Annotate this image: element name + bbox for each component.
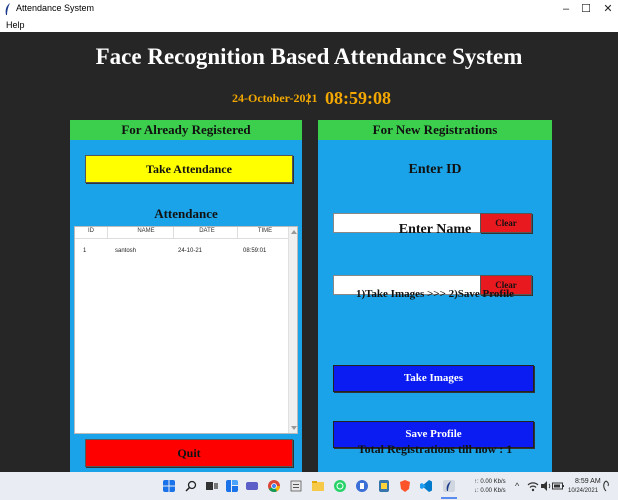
chrome-icon[interactable] [268,480,280,492]
column-header-id[interactable]: ID [79,228,103,234]
table-header: ID NAME DATE TIME [75,227,289,239]
app-window: Face Recognition Based Attendance System… [0,32,618,472]
close-button[interactable]: ✕ [598,1,618,17]
attendance-table[interactable]: ID NAME DATE TIME 1 santosh 24-10-21 08:… [74,226,298,434]
table-scrollbar[interactable] [288,227,297,433]
brave-icon[interactable] [399,480,411,492]
column-header-time[interactable]: TIME [241,228,289,234]
active-app-indicator [441,497,457,499]
maximize-button[interactable]: ☐ [576,1,596,17]
wifi-icon[interactable] [527,480,539,492]
notification-icon[interactable] [601,480,611,492]
enter-id-label: Enter ID [408,162,462,177]
taskbar-date[interactable]: 10/24/2021 [568,488,598,494]
registered-panel: For Already Registered Take Attendance A… [70,120,302,472]
column-divider [237,227,238,239]
taskbar: ↑: 0.00 Kb/s ↓: 0.00 Kb/s ^ 8:59 AM 10/2… [0,472,618,500]
whatsapp-icon[interactable] [334,480,346,492]
window-title: Attendance System [16,3,95,13]
column-header-date[interactable]: DATE [177,228,237,234]
feather-icon [5,3,10,15]
clock-display: 08:59:08 [325,88,391,108]
enter-name-label: Enter Name [398,222,472,237]
column-divider [173,227,174,239]
search-icon[interactable] [185,480,197,492]
scroll-down-arrow-icon[interactable] [291,426,297,430]
file-explorer-icon[interactable] [290,480,302,492]
registered-panel-heading: For Already Registered [70,120,302,140]
page-title: Face Recognition Based Attendance System [95,44,523,69]
table-cell-date[interactable]: 24-10-21 [178,248,202,254]
total-registrations-text: Total Registrations till now : 1 [357,442,513,456]
take-attendance-button[interactable]: Take Attendance [85,155,293,183]
window-titlebar: Attendance System – ☐ ✕ [0,0,618,18]
speaker-icon[interactable] [540,480,552,492]
table-cell-time[interactable]: 08:59:01 [243,248,266,254]
minimize-button[interactable]: – [556,1,576,17]
task-view-icon[interactable] [206,480,218,492]
table-cell-name[interactable]: santosh [115,248,136,254]
feather-app-icon[interactable] [443,480,455,492]
network-upload-speed: ↑: 0.00 Kb/s [474,479,506,485]
take-images-button[interactable]: Take Images [333,365,534,392]
taskbar-clock[interactable]: 8:59 AM [575,478,601,485]
menu-bar: Help [0,18,618,32]
table-cell-id[interactable]: 1 [83,248,86,254]
teams-chat-icon[interactable] [246,480,258,492]
date-time-separator: | [307,90,310,105]
python-icon[interactable] [378,480,390,492]
new-registration-panel-heading: For New Registrations [318,120,552,140]
network-download-speed: ↓: 0.00 Kb/s [474,488,506,494]
menu-help[interactable]: Help [6,20,25,30]
date-display: 24-October-2021 [232,91,318,105]
windows-start-icon[interactable] [163,480,175,492]
tray-overflow-chevron-icon[interactable]: ^ [515,481,519,491]
attendance-label: Attendance [154,206,218,221]
column-header-name[interactable]: NAME [111,228,181,234]
new-registration-panel: For New Registrations Enter ID Clear Ent… [318,120,552,472]
scroll-up-arrow-icon[interactable] [291,230,297,234]
widgets-icon[interactable] [226,480,238,492]
app-icon[interactable] [356,480,368,492]
instructions-text: 1)Take Images >>> 2)Save Profile [355,288,515,300]
column-divider [107,227,108,239]
battery-icon[interactable] [552,480,564,492]
vscode-icon[interactable] [420,480,432,492]
folder-icon[interactable] [312,480,324,492]
quit-button[interactable]: Quit [85,439,293,467]
